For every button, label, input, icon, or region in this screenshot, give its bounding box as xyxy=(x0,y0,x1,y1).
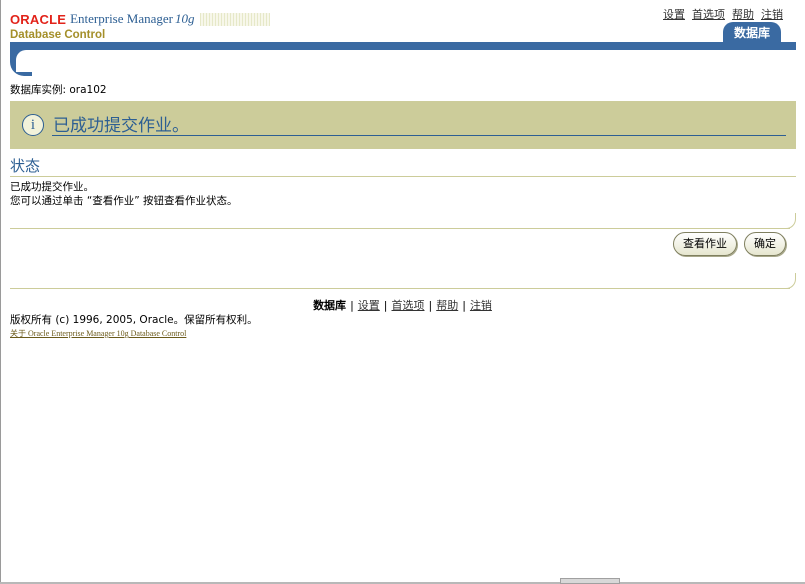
product-name: Enterprise Manager xyxy=(70,11,173,26)
footer-current-database: 数据库 xyxy=(313,299,347,312)
global-link-setup[interactable]: 设置 xyxy=(663,8,685,21)
global-link-preferences[interactable]: 首选项 xyxy=(692,8,725,21)
footer-separator: | xyxy=(383,299,388,312)
footer-nav: 数据库 | 设置 | 首选项 | 帮助 | 注销 xyxy=(0,297,805,313)
global-links: 设置 首选项 帮助 注销 xyxy=(656,6,783,22)
about-link[interactable]: 关于 Oracle Enterprise Manager 10g Databas… xyxy=(10,328,186,339)
global-link-logout[interactable]: 注销 xyxy=(761,8,783,21)
ok-button[interactable]: 确定 xyxy=(744,232,786,256)
status-text-line1: 已成功提交作业。 xyxy=(10,181,94,193)
database-instance-label: 数据库实例: ora102 xyxy=(10,84,107,96)
status-text-line2: 您可以通过单击 “查看作业” 按钮查看作业状态。 xyxy=(10,195,238,207)
oracle-em-logo: ORACLE Enterprise Manager 10g Database C… xyxy=(10,10,271,41)
content-divider-top xyxy=(10,228,790,229)
horizontal-scrollbar[interactable] xyxy=(560,578,620,584)
tab-database[interactable]: 数据库 xyxy=(723,22,781,44)
footer-link-help[interactable]: 帮助 xyxy=(436,299,458,312)
content-divider-bottom xyxy=(10,288,790,289)
product-version: 10g xyxy=(174,11,195,26)
logo-stripes xyxy=(200,12,271,26)
product-subtitle: Database Control xyxy=(10,29,106,41)
content-divider-top-curve xyxy=(786,213,796,229)
footer-separator: | xyxy=(350,299,354,312)
footer-link-logout[interactable]: 注销 xyxy=(470,299,492,312)
content-divider-bottom-curve xyxy=(786,273,796,289)
confirmation-underline xyxy=(52,135,786,136)
header-band-curve-inner xyxy=(16,50,36,72)
copyright-text: 版权所有 (c) 1996, 2005, Oracle。保留所有权利。 xyxy=(10,314,258,326)
footer-link-preferences[interactable]: 首选项 xyxy=(392,299,425,312)
info-icon: i xyxy=(22,114,44,136)
status-heading-rule xyxy=(10,176,796,177)
header-band xyxy=(10,42,796,50)
brand-name: ORACLE xyxy=(10,11,67,27)
confirmation-message: 已成功提交作业。 xyxy=(53,116,189,136)
status-heading: 状态 xyxy=(10,157,41,175)
footer-separator: | xyxy=(462,299,466,312)
footer-link-setup[interactable]: 设置 xyxy=(358,299,380,312)
window-left-border xyxy=(0,0,1,584)
global-link-help[interactable]: 帮助 xyxy=(732,8,754,21)
view-job-button[interactable]: 查看作业 xyxy=(673,232,737,256)
footer-separator: | xyxy=(428,299,433,312)
